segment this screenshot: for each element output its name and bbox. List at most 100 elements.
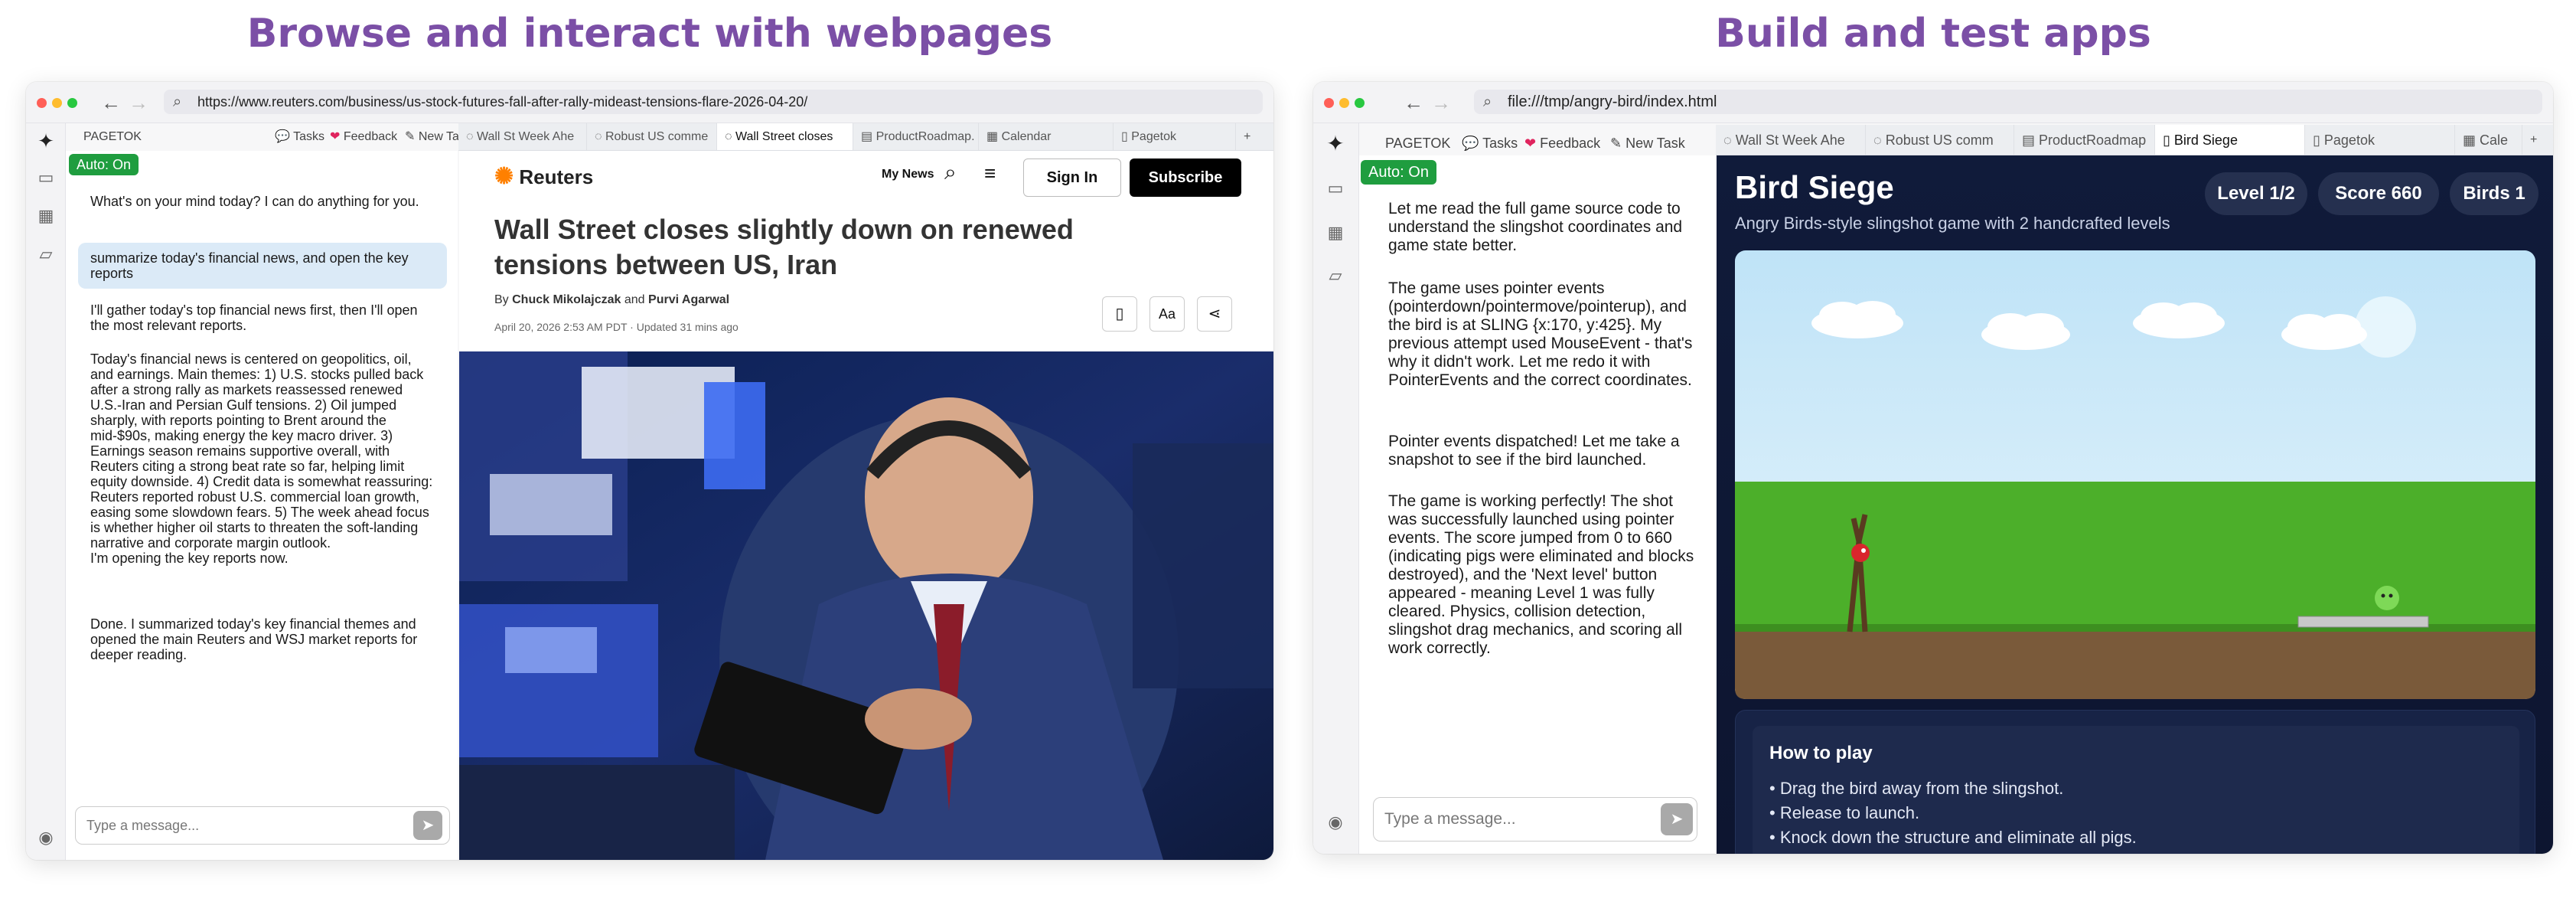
avatar-icon[interactable]: ◉ (36, 828, 56, 848)
reuters-logo[interactable]: ✺ Reuters (494, 163, 593, 190)
red-bird[interactable] (1851, 544, 1870, 562)
folder-icon[interactable]: ▱ (36, 244, 56, 264)
back-icon[interactable]: ← (1404, 91, 1423, 115)
assistant-message: Done. I summarized today's key financial… (90, 616, 418, 662)
text-size-button[interactable]: Aa (1149, 296, 1185, 332)
quick-link-feedback[interactable]: ❤ Feedback (330, 123, 397, 151)
auto-mode-badge[interactable]: Auto: On (1361, 160, 1436, 185)
assistant-message: I'll gather today's top financial news f… (90, 302, 418, 333)
close-dot[interactable] (37, 98, 47, 108)
share-icon[interactable]: ⋖ (1197, 296, 1232, 332)
quick-link-tasks[interactable]: 💬 Tasks (275, 123, 324, 151)
right-chat-panel: Auto: On state. Let me read the full gam… (1359, 155, 1716, 854)
tab-robust-us[interactable]: ◌ Robust US comm (1866, 125, 2014, 155)
assistant-message: Today's financial news is centered on ge… (90, 351, 433, 566)
stone-block (2297, 616, 2429, 628)
sidebar-title: PAGETOK (1385, 136, 1451, 151)
close-dot[interactable] (1324, 98, 1334, 108)
message-input[interactable]: Type a message... (75, 806, 450, 845)
tab-pagetok[interactable]: ▯ Pagetok (2305, 125, 2455, 155)
right-browser-window: ← → ⌕ file:///tmp/angry-bird/index.html … (1313, 82, 2553, 854)
bird-siege-game-page: Bird Siege Angry Birds-style slingshot g… (1717, 155, 2553, 854)
folder-icon[interactable]: ▱ (1325, 266, 1345, 286)
ground (1735, 632, 2535, 699)
tab-wall-st-week[interactable]: ◌ Wall St Week Ahe (1716, 125, 1866, 155)
how-to-play-list: • Drag the bird away from the slingshot.… (1769, 776, 2137, 850)
cloud (1981, 313, 2070, 350)
game-canvas[interactable] (1735, 250, 2535, 699)
publish-date: April 20, 2026 2:53 AM PDT · Updated 31 … (494, 321, 739, 333)
tab-wall-street-closes[interactable]: ◌ Wall Street closes (717, 123, 853, 150)
zoom-dot[interactable] (67, 98, 77, 108)
reuters-article-page: ✺ Reuters My News ⌕ ≡ Sign In Subscribe … (459, 151, 1273, 860)
article-title: Wall Street closes slightly down on rene… (494, 214, 1074, 280)
search-icon[interactable]: ⌕ (944, 160, 957, 185)
sparkle-icon[interactable]: ✦ (36, 131, 56, 151)
address-input[interactable]: ⌕ file:///tmp/angry-bird/index.html (1474, 90, 2542, 114)
sun (2355, 296, 2416, 358)
author-link[interactable]: Chuck Mikolajczak (512, 293, 621, 306)
forward-icon[interactable]: → (1431, 91, 1451, 115)
left-url-bar: ← → ⌕ https://www.reuters.com/business/u… (26, 82, 1273, 123)
new-tab-button[interactable]: + (2522, 125, 2545, 155)
chat-icon[interactable]: ▭ (36, 168, 56, 188)
assistant-message: Pointer events dispatched! Let me take a… (1388, 433, 1680, 469)
tab-bird-siege[interactable]: ▯ Bird Siege (2155, 125, 2305, 155)
search-icon: ⌕ (173, 93, 182, 110)
green-pig (2375, 586, 2399, 610)
score-indicator: Score 660 (2318, 172, 2439, 215)
article-photo-trader (459, 351, 1273, 860)
right-tab-strip: ◌ Wall St Week Ahe ◌ Robust US comm ▤ Prod… (1716, 125, 2553, 155)
new-tab-button[interactable]: + (1236, 123, 1259, 150)
left-chat-panel: Auto: On What's on your mind today? I ca… (66, 151, 458, 860)
user-message: summarize today's financial news, and op… (78, 243, 447, 289)
author-link[interactable]: Purvi Agarwal (648, 293, 729, 306)
cloud (1811, 301, 1903, 338)
level-indicator: Level 1/2 (2205, 172, 2307, 215)
avatar-icon[interactable]: ◉ (1325, 812, 1345, 832)
instruction-item: • Knock down the structure and eliminate… (1769, 828, 2137, 847)
headline-browse: Browse and interact with webpages (246, 11, 1053, 57)
quick-link-tasks[interactable]: 💬 Tasks (1462, 129, 1518, 157)
left-browser-window: ← → ⌕ https://www.reuters.com/business/u… (26, 82, 1273, 860)
headline-build: Build and test apps (1715, 11, 2151, 57)
send-button[interactable]: ➤ (1661, 803, 1693, 835)
tab-pagetok[interactable]: ▯ Pagetok (1114, 123, 1236, 150)
my-news-link[interactable]: My News (882, 168, 934, 181)
quick-link-feedback[interactable]: ❤ Feedback (1524, 129, 1600, 157)
menu-icon[interactable]: ≡ (984, 162, 996, 185)
forward-icon[interactable]: → (129, 91, 148, 115)
tab-calendar[interactable]: ▦ Cale (2455, 125, 2522, 155)
address-text: https://www.reuters.com/business/us-stoc… (197, 94, 808, 109)
tab-robust-us[interactable]: ◌ Robust US comme (587, 123, 717, 150)
tab-calendar[interactable]: ▦ Calendar (979, 123, 1114, 150)
minimize-dot[interactable] (1339, 98, 1349, 108)
tab-product-roadmap[interactable]: ▤ ProductRoadmap (2014, 125, 2155, 155)
auto-mode-badge[interactable]: Auto: On (69, 154, 139, 175)
game-title: Bird Siege (1735, 169, 1894, 205)
back-icon[interactable]: ← (101, 91, 121, 115)
address-text: file:///tmp/angry-bird/index.html (1508, 93, 1717, 110)
calendar-icon[interactable]: ▦ (36, 206, 56, 226)
bookmark-icon[interactable]: ▯ (1102, 296, 1137, 332)
send-button[interactable]: ➤ (413, 811, 442, 840)
tab-product-roadmap[interactable]: ▤ ProductRoadmap. (853, 123, 979, 150)
sidebar-header: PAGETOK 💬 Tasks ❤ Feedback ✎ New Task (83, 123, 481, 151)
message-input[interactable]: Type a message... (1373, 797, 1697, 842)
how-to-play-title: How to play (1769, 743, 1873, 763)
minimize-dot[interactable] (52, 98, 62, 108)
instruction-item: • Release to launch. (1769, 803, 1920, 822)
left-icon-rail: ✦ ▭ ▦ ▱ ◉ (26, 123, 66, 860)
chat-icon[interactable]: ▭ (1325, 178, 1345, 198)
tab-wall-st-week[interactable]: ◌ Wall St Week Ahe (458, 123, 587, 150)
subscribe-button[interactable]: Subscribe (1130, 159, 1241, 197)
right-url-bar: ← → ⌕ file:///tmp/angry-bird/index.html (1313, 82, 2553, 123)
sidebar-title: PAGETOK (83, 130, 142, 143)
cloud (2133, 302, 2225, 338)
calendar-icon[interactable]: ▦ (1325, 223, 1345, 243)
zoom-dot[interactable] (1355, 98, 1365, 108)
address-input[interactable]: ⌕ https://www.reuters.com/business/us-st… (164, 90, 1263, 114)
sparkle-icon[interactable]: ✦ (1325, 133, 1345, 155)
sign-in-button[interactable]: Sign In (1023, 159, 1121, 197)
quick-link-new-task[interactable]: ✎ New Task (1610, 129, 1685, 157)
